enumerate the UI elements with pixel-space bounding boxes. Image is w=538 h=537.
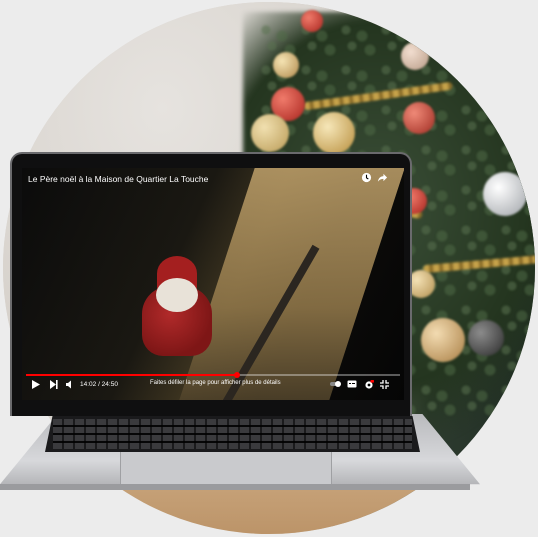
video-player[interactable]: Le Père noël à la Maison de Quartier La … [22,168,404,400]
silver-ornament [401,42,429,70]
laptop-front-edge [0,484,470,490]
clock-icon[interactable] [360,172,372,184]
next-icon[interactable] [50,380,58,392]
scroll-hint: Faites défiler la page pour afficher plu… [150,380,281,386]
progress-bar[interactable] [26,372,400,378]
keyboard [45,416,420,452]
autoplay-toggle-icon[interactable] [330,380,342,391]
dark-ornament [468,320,504,356]
play-icon[interactable] [32,380,40,392]
settings-icon[interactable] [364,380,374,393]
volume-icon[interactable] [66,380,74,392]
share-icon[interactable] [376,172,388,184]
gold-ornament [421,318,465,362]
trackpad [120,452,332,485]
time-display: 14:02 / 24:50 [80,381,118,388]
silver-ornament [483,172,527,216]
video-title[interactable]: Le Père noël à la Maison de Quartier La … [28,174,208,184]
gold-ornament [251,114,289,152]
red-ornament [403,102,435,134]
gold-ornament [273,52,299,78]
progress-played [26,374,238,376]
subtitles-icon[interactable] [347,380,357,391]
santa-claus [132,256,222,356]
red-ornament [301,10,323,32]
exit-fullscreen-icon[interactable] [380,380,389,392]
gold-ornament [313,112,355,154]
